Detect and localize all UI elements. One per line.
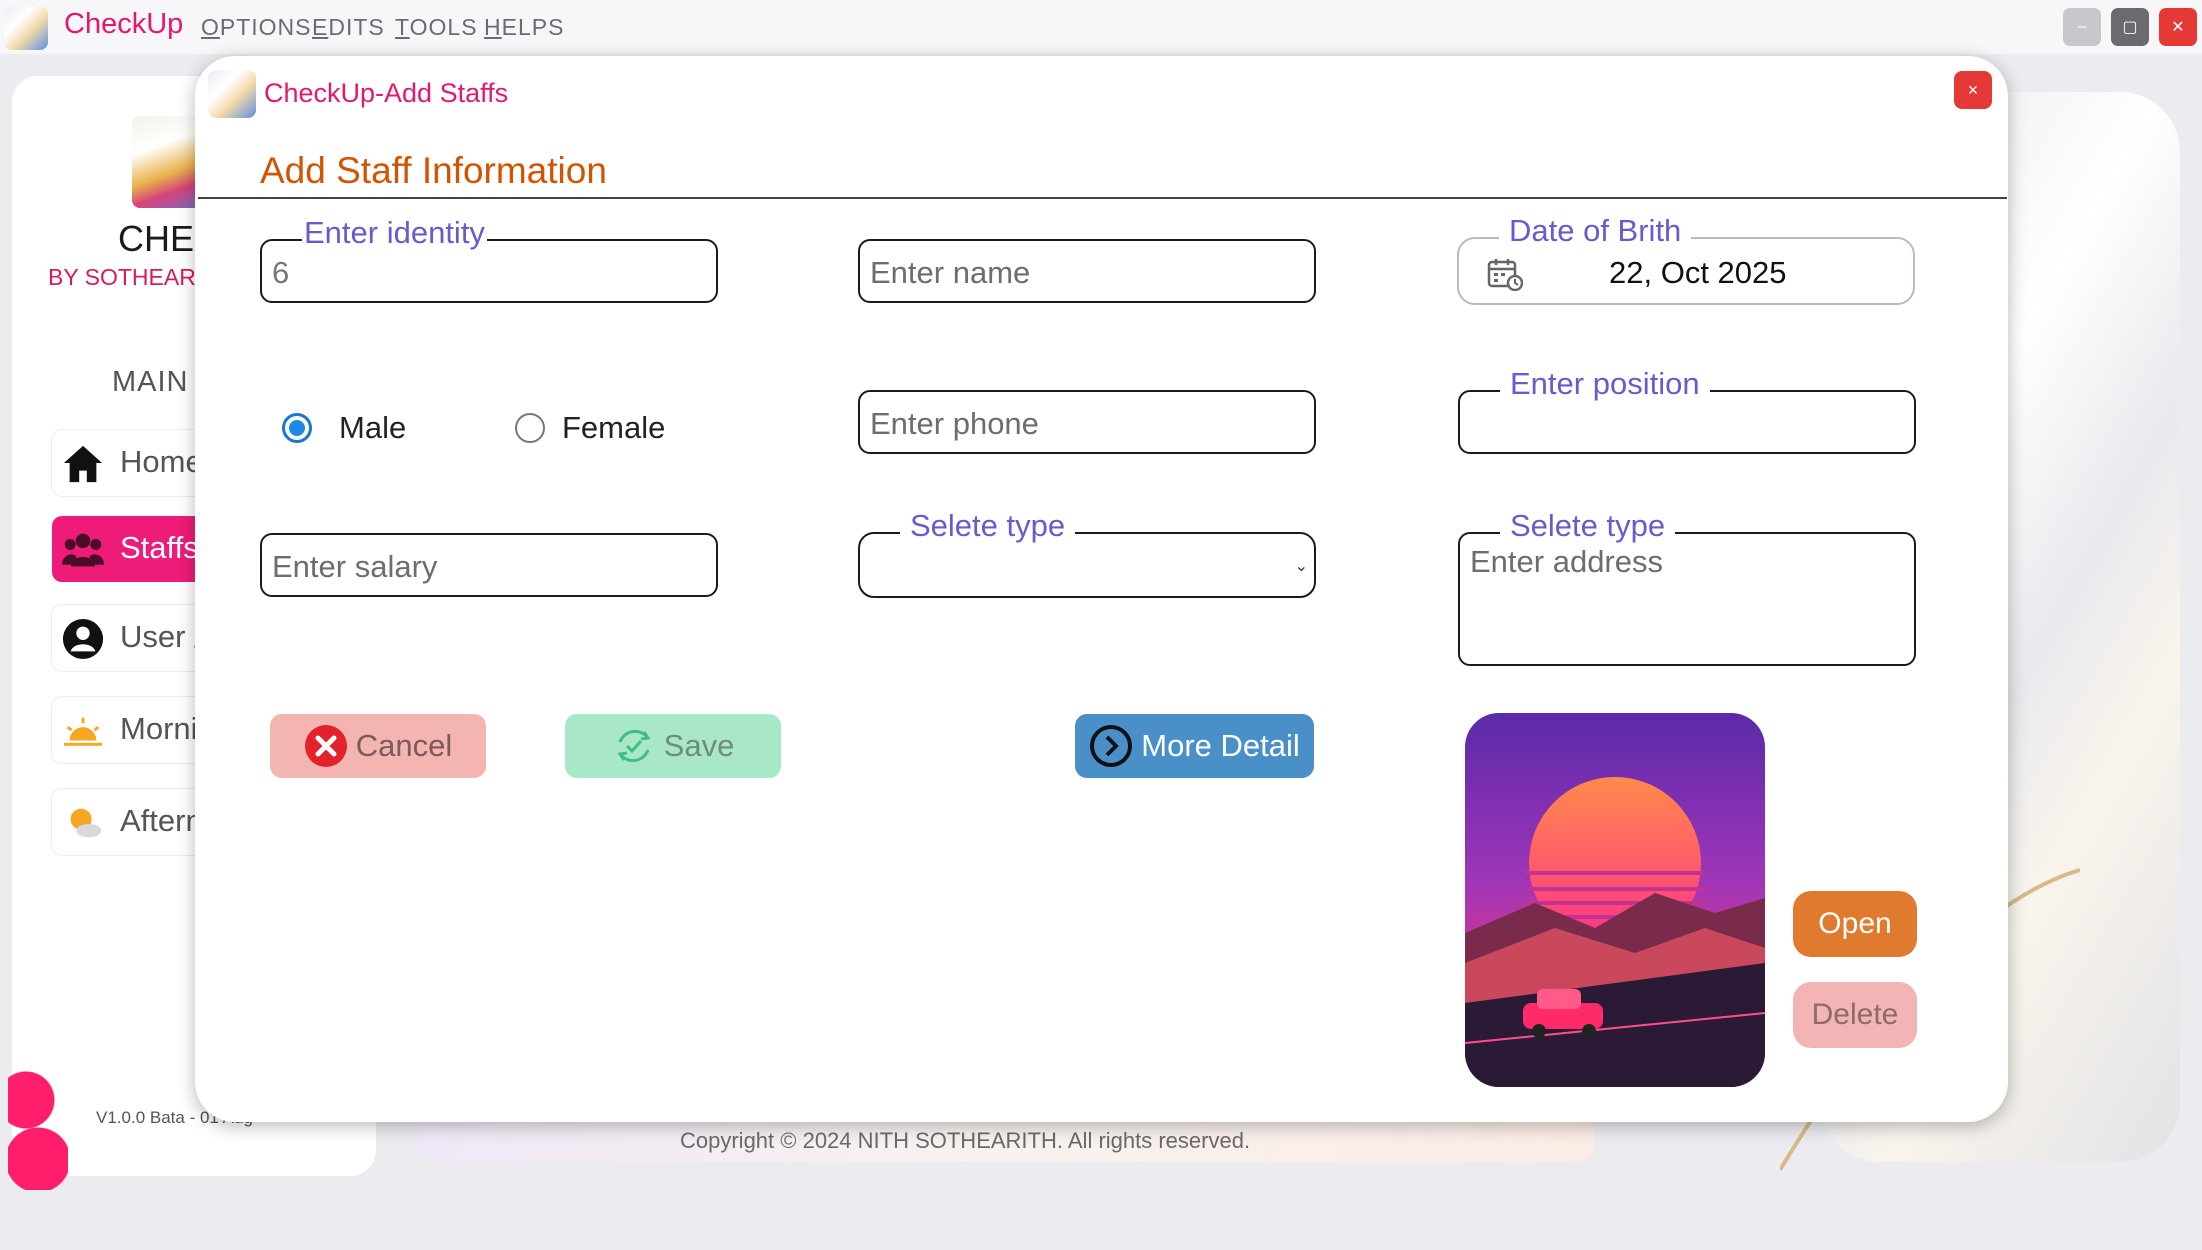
menu-tools[interactable]: TOOLS <box>395 14 478 41</box>
home-icon <box>62 443 104 485</box>
close-icon: × <box>1967 79 1979 100</box>
position-legend: Enter position <box>1500 366 1710 402</box>
dialog-title: CheckUp-Add Staffs <box>264 78 509 108</box>
phone-placeholder: Enter phone <box>870 406 1039 441</box>
staff-photo <box>1465 713 1765 1087</box>
cancel-button[interactable]: Cancel <box>270 714 486 778</box>
heading-divider <box>198 197 2007 199</box>
delete-image-button[interactable]: Delete <box>1793 982 1917 1048</box>
more-detail-label: More Detail <box>1141 728 1300 763</box>
menu-options[interactable]: OPTIONS <box>201 14 312 41</box>
app-logo <box>4 6 48 50</box>
calendar-icon[interactable] <box>1487 257 1524 296</box>
app-title: CheckUp <box>64 8 184 40</box>
sidebar-item-label: User / <box>120 619 203 654</box>
minimize-icon: – <box>2077 18 2087 35</box>
name-field[interactable]: Enter name <box>858 239 1316 303</box>
address-legend: Selete type <box>1500 508 1676 544</box>
save-refresh-check-icon <box>612 724 656 768</box>
user-circle-icon <box>62 618 104 660</box>
position-field[interactable]: Enter position <box>1458 366 1916 454</box>
cancel-x-icon <box>304 724 348 768</box>
dob-legend: Date of Brith <box>1499 213 1692 249</box>
address-textarea[interactable]: Selete type Enter address <box>1458 508 1916 666</box>
chevron-down-icon[interactable]: ⌄ <box>1295 556 1308 576</box>
sidebar-subtitle: BY SOTHEARIT <box>48 264 217 290</box>
identity-legend: Enter identity <box>302 215 487 251</box>
salary-field[interactable]: Enter salary <box>260 533 718 597</box>
cancel-label: Cancel <box>355 728 453 763</box>
open-label: Open <box>1818 907 1892 940</box>
sunrise-icon <box>62 710 104 752</box>
address-placeholder: Enter address <box>1470 544 1663 579</box>
salary-placeholder: Enter salary <box>272 549 438 584</box>
close-window-button[interactable]: ✕ <box>2159 8 2197 46</box>
sidebar-item-label: Aftern <box>120 803 203 838</box>
dialog-close-button[interactable]: × <box>1954 71 1992 109</box>
dob-value: 22, Oct 2025 <box>1609 255 1787 290</box>
sidebar-item-label: Home <box>120 444 203 479</box>
close-icon: ✕ <box>2171 19 2185 36</box>
form-heading: Add Staff Information <box>260 150 607 191</box>
users-icon <box>62 529 104 571</box>
gender-female-label: Female <box>562 410 666 445</box>
sidebar-section-title: MAIN <box>112 366 189 398</box>
chevron-right-circle-icon <box>1089 724 1133 768</box>
sidebar-item-label: Morni <box>120 711 198 746</box>
copyright-text: Copyright © 2024 NITH SOTHEARITH. All ri… <box>680 1128 1251 1153</box>
sidebar-item-label: Staffs <box>120 530 199 565</box>
gender-female-radio[interactable] <box>515 413 545 443</box>
minimize-button[interactable]: – <box>2063 8 2101 46</box>
type-select[interactable]: Selete type ⌄ <box>858 508 1316 598</box>
phone-field[interactable]: Enter phone <box>858 390 1316 454</box>
date-of-birth-picker[interactable]: Date of Brith 22, Oct 2025 <box>1457 213 1915 305</box>
decorative-blob <box>8 1040 68 1190</box>
more-detail-button[interactable]: More Detail <box>1075 714 1314 778</box>
delete-label: Delete <box>1811 998 1899 1031</box>
open-image-button[interactable]: Open <box>1793 891 1917 957</box>
menu-helps[interactable]: HELPS <box>484 14 564 41</box>
type-legend: Selete type <box>900 508 1076 544</box>
maximize-icon: ▢ <box>2122 19 2138 36</box>
identity-field[interactable]: Enter identity 6 <box>260 215 718 303</box>
save-label: Save <box>663 728 735 763</box>
menu-edits[interactable]: EDITS <box>312 14 385 41</box>
save-button[interactable]: Save <box>565 714 781 778</box>
dialog-logo <box>208 70 256 118</box>
gender-male-label: Male <box>339 410 407 445</box>
maximize-button[interactable]: ▢ <box>2111 8 2149 46</box>
name-placeholder: Enter name <box>870 255 1031 290</box>
identity-value: 6 <box>272 255 290 290</box>
gender-male-radio[interactable] <box>282 413 312 443</box>
sun-cloud-icon <box>62 802 104 844</box>
